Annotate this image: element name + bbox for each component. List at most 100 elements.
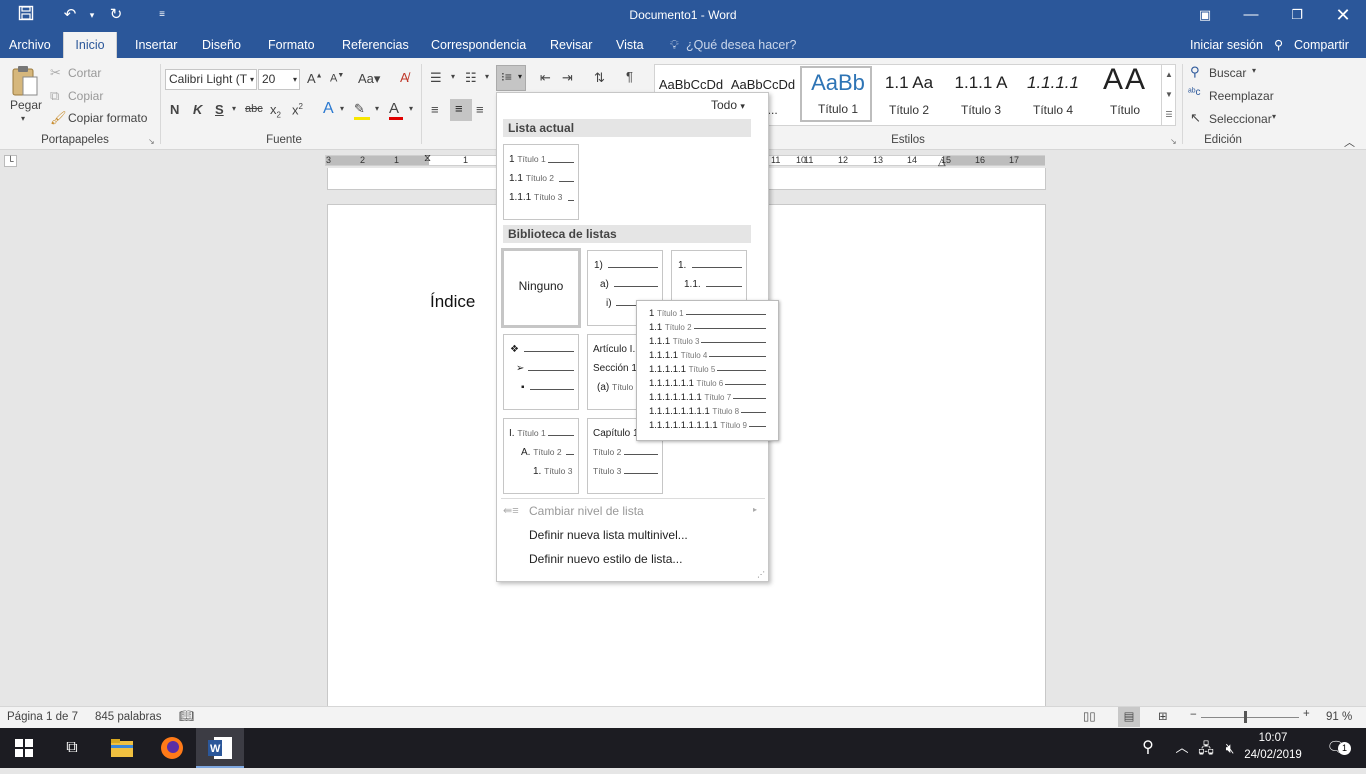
zoom-level[interactable]: 91 % [1326,711,1352,723]
font-color-icon[interactable]: A [389,100,403,120]
styles-launcher-icon[interactable]: ↘ [1170,137,1177,146]
find-button[interactable]: Buscar [1209,66,1246,80]
volume-muted-icon[interactable]: 🔇︎ [1218,728,1242,768]
index-heading[interactable]: Índice [430,292,475,312]
multilevel-list-button[interactable]: ⁝≡ ▾ [496,65,526,91]
file-explorer-icon[interactable] [98,728,146,768]
resize-grip-icon[interactable]: ⋰ [757,570,765,579]
cut-button[interactable]: Cortar [68,66,101,80]
collapse-ribbon-icon[interactable]: ︿ [1344,134,1355,150]
clear-formatting-icon[interactable]: A̸ [400,70,409,85]
select-button[interactable]: Seleccionar [1209,112,1272,126]
zoom-out-icon[interactable]: − [1190,709,1197,721]
change-case-icon[interactable]: Aa▾ [358,71,380,87]
tab-insertar[interactable]: Insertar [133,32,179,58]
define-list-style-item[interactable]: Definir nuevo estilo de lista... [529,552,682,566]
tab-referencias[interactable]: Referencias [340,32,411,58]
bold-icon[interactable]: N [170,102,179,117]
tab-inicio[interactable]: Inicio [63,32,117,58]
numbering-icon[interactable]: ☷ [465,70,477,86]
sort-icon[interactable]: ⇅ [594,70,605,86]
italic-icon[interactable]: K [193,102,202,117]
increase-indent-icon[interactable]: ⇥ [562,70,573,86]
change-list-level-item[interactable]: Cambiar nivel de lista [529,504,644,518]
copy-button[interactable]: Copiar [68,89,103,103]
tab-archivo[interactable]: Archivo [7,32,53,58]
style-heading-3[interactable]: 1.1.1 A Título 3 [945,65,1017,125]
tab-selector-icon[interactable]: └ [4,155,17,167]
restore-button[interactable]: ❐ [1274,0,1320,32]
right-indent-marker[interactable]: △ [938,157,946,168]
underline-icon[interactable]: S [215,102,224,117]
shrink-font-icon[interactable]: A▼ [330,72,344,85]
show-hidden-icons-icon[interactable]: ︿ [1170,728,1194,768]
zoom-slider[interactable] [1201,717,1299,718]
task-view-icon[interactable]: ⧉ [48,728,96,768]
tab-diseno[interactable]: Diseño [200,32,243,58]
zoom-slider-thumb[interactable] [1244,711,1247,723]
select-dropdown-icon[interactable]: ▾ [1272,112,1276,121]
style-heading-4[interactable]: 1.1.1.1 Título 4 [1017,65,1089,125]
tab-revisar[interactable]: Revisar [548,32,594,58]
align-center-icon[interactable]: ≡ [450,99,472,121]
clock-time[interactable]: 10:07 [1246,732,1300,744]
styles-scroll[interactable]: ▲ ▼ ☰ [1161,65,1176,125]
bullets-dropdown-icon[interactable]: ▾ [451,72,455,81]
align-right-icon[interactable]: ≡ [476,102,484,117]
style-heading-1[interactable]: AaBb Título 1 [800,66,872,122]
tab-formato[interactable]: Formato [266,32,317,58]
network-icon[interactable]: 🖧︎ [1194,728,1218,768]
strikethrough-icon[interactable]: abc [245,103,263,115]
proofing-icon[interactable]: 📖︎ [179,709,194,723]
read-mode-icon[interactable]: ▯▯ [1083,709,1096,723]
style-title[interactable]: AA Título [1089,63,1161,125]
tab-correspondencia[interactable]: Correspondencia [429,32,528,58]
text-effects-icon[interactable]: A [323,100,334,118]
tab-vista[interactable]: Vista [614,32,646,58]
decrease-indent-icon[interactable]: ⇤ [540,70,551,86]
page-count[interactable]: Página 1 de 7 [7,711,78,723]
people-icon[interactable]: ⚲ [1124,728,1172,768]
font-name-combo[interactable]: Calibri Light (T ▾ [165,69,257,90]
subscript-icon[interactable]: x2 [270,102,281,120]
align-left-icon[interactable]: ≡ [431,102,439,117]
paste-dropdown-icon[interactable]: ▾ [21,114,25,123]
list-library-roman[interactable]: I. Título 1 A. Título 2 1. Título 3 [503,418,579,494]
text-effects-dropdown-icon[interactable]: ▾ [340,104,344,113]
ribbon-display-options-icon[interactable]: ▣ [1182,0,1228,32]
word-taskbar-icon[interactable]: W [196,728,244,768]
bullets-icon[interactable]: ☰ [430,70,442,86]
clock-date[interactable]: 24/02/2019 [1244,749,1302,761]
left-indent-marker[interactable]: ⧖ [424,153,431,164]
sign-in-link[interactable]: Iniciar sesión [1188,32,1265,58]
list-library-bullets[interactable]: ❖ ➢ ▪ [503,334,579,410]
tell-me-box[interactable]: ¿Qué desea hacer? [684,32,799,58]
close-button[interactable]: ✕ [1320,0,1366,32]
underline-dropdown-icon[interactable]: ▾ [232,104,236,113]
style-heading-2[interactable]: 1.1 Aa Título 2 [873,65,945,125]
find-dropdown-icon[interactable]: ▾ [1252,66,1256,75]
grow-font-icon[interactable]: A▲ [307,71,323,86]
list-library-none[interactable]: Ninguno [501,248,581,328]
define-multilevel-list-item[interactable]: Definir nueva lista multinivel... [529,528,688,542]
filter-dropdown[interactable]: Todo ▾ [711,98,745,112]
font-size-combo[interactable]: 20 ▾ [258,69,300,90]
paste-icon[interactable] [10,64,40,98]
web-layout-icon[interactable]: ⊞ [1158,709,1168,723]
paste-button[interactable]: Pegar [10,98,42,112]
notifications-icon[interactable]: 🗨︎ 1 [1316,728,1356,768]
highlight-dropdown-icon[interactable]: ▾ [375,104,379,113]
word-count[interactable]: 845 palabras [95,711,162,723]
firefox-icon[interactable] [148,728,196,768]
highlight-icon[interactable]: ✎ [354,101,370,120]
clipboard-launcher-icon[interactable]: ↘ [148,137,155,146]
replace-button[interactable]: Reemplazar [1209,89,1274,103]
windows-start-icon[interactable] [0,728,48,768]
superscript-icon[interactable]: x2 [292,102,303,117]
zoom-in-icon[interactable]: + [1303,708,1310,720]
print-layout-icon[interactable]: ▤ [1118,707,1140,727]
format-painter-button[interactable]: Copiar formato [68,111,147,125]
current-list-thumbnail[interactable]: 1 Título 1 1.1 Título 2 1.1.1 Título 3 [503,144,579,220]
show-marks-icon[interactable]: ¶ [626,69,633,84]
minimize-button[interactable]: — [1228,0,1274,32]
